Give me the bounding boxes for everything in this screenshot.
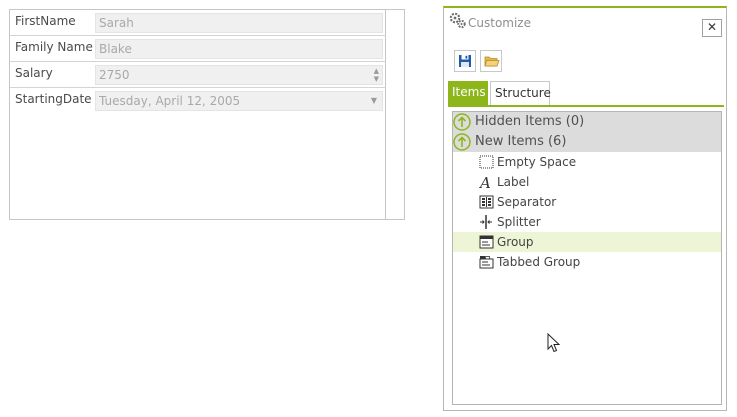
list-item-empty-space[interactable]: Empty Space — [453, 152, 721, 172]
tabbed-group-icon — [479, 256, 494, 269]
dropdown-arrow-icon[interactable]: ▼ — [371, 92, 377, 110]
group-new-items[interactable]: New Items (6) — [453, 132, 721, 152]
floppy-disk-icon — [459, 55, 471, 67]
list-item-label: Separator — [497, 195, 557, 209]
group-icon — [479, 235, 494, 249]
salary-field[interactable]: 2750 ▲ ▼ — [95, 65, 383, 85]
group-hidden-items[interactable]: Hidden Items (0) — [453, 112, 721, 132]
list-item-label-control[interactable]: A Label — [453, 172, 721, 192]
label-icon: A — [479, 175, 491, 190]
close-button[interactable]: ✕ — [702, 19, 722, 37]
list-item-splitter[interactable]: Splitter — [453, 212, 721, 232]
form-row-firstname: FirstName Sarah — [10, 10, 386, 36]
firstname-label: FirstName — [15, 14, 76, 28]
familyname-field[interactable]: Blake — [95, 39, 383, 59]
tab-items[interactable]: Items — [448, 81, 488, 105]
load-layout-button[interactable] — [480, 50, 502, 72]
startingdate-field[interactable]: Tuesday, April 12, 2005 ▼ — [95, 91, 383, 111]
mouse-cursor-icon — [547, 333, 561, 353]
up-arrow-circle-icon[interactable] — [453, 112, 473, 132]
list-item-label: Splitter — [497, 215, 541, 229]
list-item-label: Tabbed Group — [497, 255, 581, 269]
customize-window: Customize ✕ Items Structure Hidden Items… — [443, 6, 727, 411]
list-item-tabbed-group[interactable]: Tabbed Group — [453, 252, 721, 272]
form-row-familyname: Family Name Blake — [10, 36, 386, 62]
gears-icon — [449, 12, 467, 33]
spin-down-icon[interactable]: ▼ — [374, 75, 379, 83]
tab-structure[interactable]: Structure — [490, 81, 551, 105]
items-list: Hidden Items (0) New Items (6) Empty Spa… — [452, 111, 722, 405]
separator-icon — [479, 195, 494, 209]
spin-buttons[interactable]: ▲ ▼ — [374, 67, 379, 83]
layout-form: FirstName Sarah Family Name Blake Salary… — [9, 9, 405, 220]
spin-up-icon[interactable]: ▲ — [374, 67, 379, 75]
list-item-label: Label — [497, 175, 530, 189]
startingdate-label: StartingDate — [15, 92, 92, 106]
list-item-label: Group — [497, 235, 534, 249]
empty-space-icon — [479, 155, 494, 169]
salary-label: Salary — [15, 66, 53, 80]
form-content-area: FirstName Sarah Family Name Blake Salary… — [10, 10, 386, 219]
splitter-icon — [480, 215, 492, 229]
open-folder-icon — [484, 56, 500, 67]
form-row-startingdate: StartingDate Tuesday, April 12, 2005 ▼ — [10, 88, 386, 114]
group-hidden-items-label: Hidden Items (0) — [475, 114, 585, 129]
salary-value: 2750 — [99, 68, 130, 82]
firstname-field[interactable]: Sarah — [95, 13, 383, 33]
list-item-separator[interactable]: Separator — [453, 192, 721, 212]
startingdate-value: Tuesday, April 12, 2005 — [99, 94, 241, 108]
list-item-group[interactable]: Group — [453, 232, 721, 252]
window-title: Customize — [468, 16, 531, 30]
up-arrow-circle-icon[interactable] — [453, 132, 473, 152]
save-layout-button[interactable] — [454, 50, 476, 72]
group-new-items-label: New Items (6) — [475, 134, 567, 149]
familyname-label: Family Name — [15, 40, 93, 54]
form-row-salary: Salary 2750 ▲ ▼ — [10, 62, 386, 88]
svg-text:A: A — [479, 175, 491, 190]
tab-underline — [448, 105, 724, 107]
list-item-label: Empty Space — [497, 155, 577, 169]
